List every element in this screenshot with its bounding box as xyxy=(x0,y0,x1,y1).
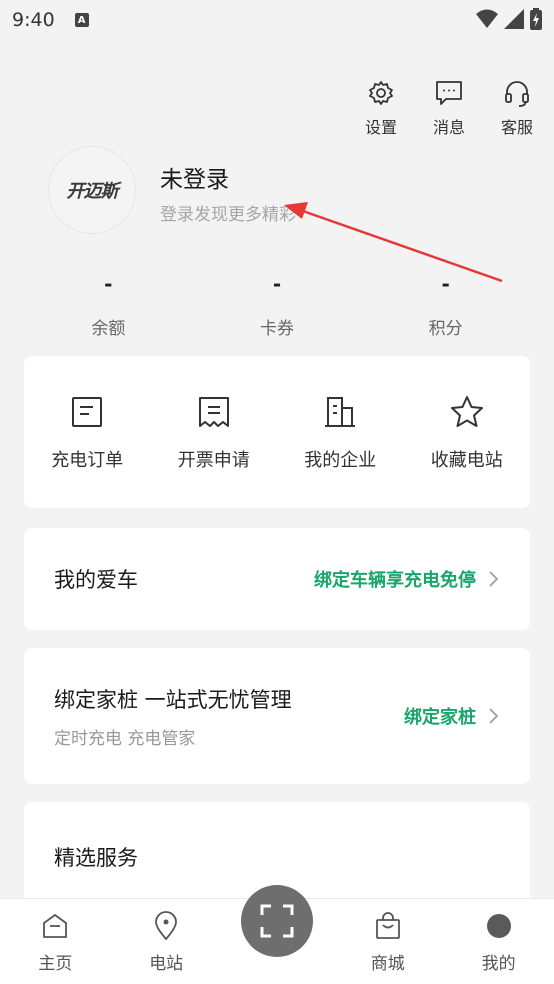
login-subtitle[interactable]: 登录发现更多精彩 xyxy=(160,200,296,225)
favorite-stations-button[interactable]: 收藏电站 xyxy=(404,356,531,508)
quick-item-label: 收藏电站 xyxy=(430,450,503,471)
my-car-title: 我的爱车 xyxy=(54,568,138,592)
star-icon xyxy=(450,396,483,427)
status-bar: 9:40 A xyxy=(0,0,554,40)
account-stats: - 余额 - 卡券 - 积分 xyxy=(24,272,530,339)
top-actions: 设置 消息 客服 xyxy=(358,78,540,138)
tab-home[interactable]: 主页 xyxy=(0,899,111,984)
messages-button[interactable]: 消息 xyxy=(426,78,472,138)
stat-label: 余额 xyxy=(91,319,126,339)
gear-icon xyxy=(369,81,393,105)
messages-label: 消息 xyxy=(432,118,465,137)
featured-services-title: 精选服务 xyxy=(54,846,138,870)
bind-charger-label: 绑定家桩 xyxy=(404,707,476,728)
chevron-right-icon xyxy=(489,571,499,587)
wifi-icon xyxy=(476,9,498,28)
stat-value: - xyxy=(104,272,113,296)
home-charger-card[interactable]: 绑定家桩 一站式无忧管理 定时充电 充电管家 绑定家桩 xyxy=(24,648,530,784)
stat-balance[interactable]: - 余额 xyxy=(24,272,193,339)
tab-mine[interactable]: 我的 xyxy=(443,899,554,984)
signal-icon xyxy=(504,9,524,29)
customer-service-label: 客服 xyxy=(500,118,533,137)
stat-label: 积分 xyxy=(428,319,463,339)
home-charger-title: 绑定家桩 一站式无忧管理 xyxy=(54,687,292,712)
notification-icon: A xyxy=(74,13,89,27)
order-icon xyxy=(72,397,103,427)
invoice-request-button[interactable]: 开票申请 xyxy=(151,356,278,508)
message-icon xyxy=(436,81,462,105)
quick-item-label: 我的企业 xyxy=(304,450,377,471)
customer-service-button[interactable]: 客服 xyxy=(494,78,540,138)
bind-vehicle-label: 绑定车辆享充电免停 xyxy=(314,570,476,591)
profile-dot-icon xyxy=(486,914,511,938)
quick-item-label: 充电订单 xyxy=(51,450,124,471)
quick-item-label: 开票申请 xyxy=(177,450,250,471)
tab-stations[interactable]: 电站 xyxy=(111,899,222,984)
tab-label: 主页 xyxy=(38,954,73,974)
scan-icon xyxy=(260,904,294,938)
status-time: 9:40 xyxy=(12,9,55,31)
stat-coupons[interactable]: - 卡券 xyxy=(193,272,362,339)
brand-logo: 开迈斯 xyxy=(66,181,119,202)
invoice-icon xyxy=(198,397,229,427)
battery-icon xyxy=(530,8,542,30)
bind-vehicle-link[interactable]: 绑定车辆享充电免停 xyxy=(314,566,500,592)
home-charger-subtitle: 定时充电 充电管家 xyxy=(54,728,196,749)
headset-icon xyxy=(505,81,529,107)
stat-value: - xyxy=(272,272,282,296)
my-car-card[interactable]: 我的爱车 绑定车辆享充电免停 xyxy=(24,528,530,630)
chevron-right-icon xyxy=(489,708,499,724)
stat-label: 卡券 xyxy=(260,319,294,339)
home-icon xyxy=(43,914,68,938)
shopping-bag-icon xyxy=(375,912,400,939)
tab-label: 商城 xyxy=(370,954,405,974)
stat-value: - xyxy=(441,272,450,296)
scan-button[interactable] xyxy=(241,885,313,957)
status-icons xyxy=(476,8,542,30)
my-company-button[interactable]: 我的企业 xyxy=(277,356,404,508)
home-charger-text: 绑定家桩 一站式无忧管理 定时充电 充电管家 xyxy=(54,684,292,749)
tab-label: 电站 xyxy=(149,954,184,974)
tab-label: 我的 xyxy=(481,954,516,974)
charging-orders-button[interactable]: 充电订单 xyxy=(24,356,151,508)
login-title[interactable]: 未登录 xyxy=(160,160,229,194)
bind-charger-link[interactable]: 绑定家桩 xyxy=(404,703,500,729)
avatar[interactable]: 开迈斯 xyxy=(48,146,136,234)
building-icon xyxy=(325,397,356,427)
quick-menu-card: 充电订单 开票申请 我的企业 收藏电站 xyxy=(24,356,530,508)
stat-points[interactable]: - 积分 xyxy=(361,272,530,339)
settings-label: 设置 xyxy=(364,118,397,137)
location-pin-icon xyxy=(155,911,178,941)
settings-button[interactable]: 设置 xyxy=(358,78,404,138)
tab-mall[interactable]: 商城 xyxy=(332,899,443,984)
